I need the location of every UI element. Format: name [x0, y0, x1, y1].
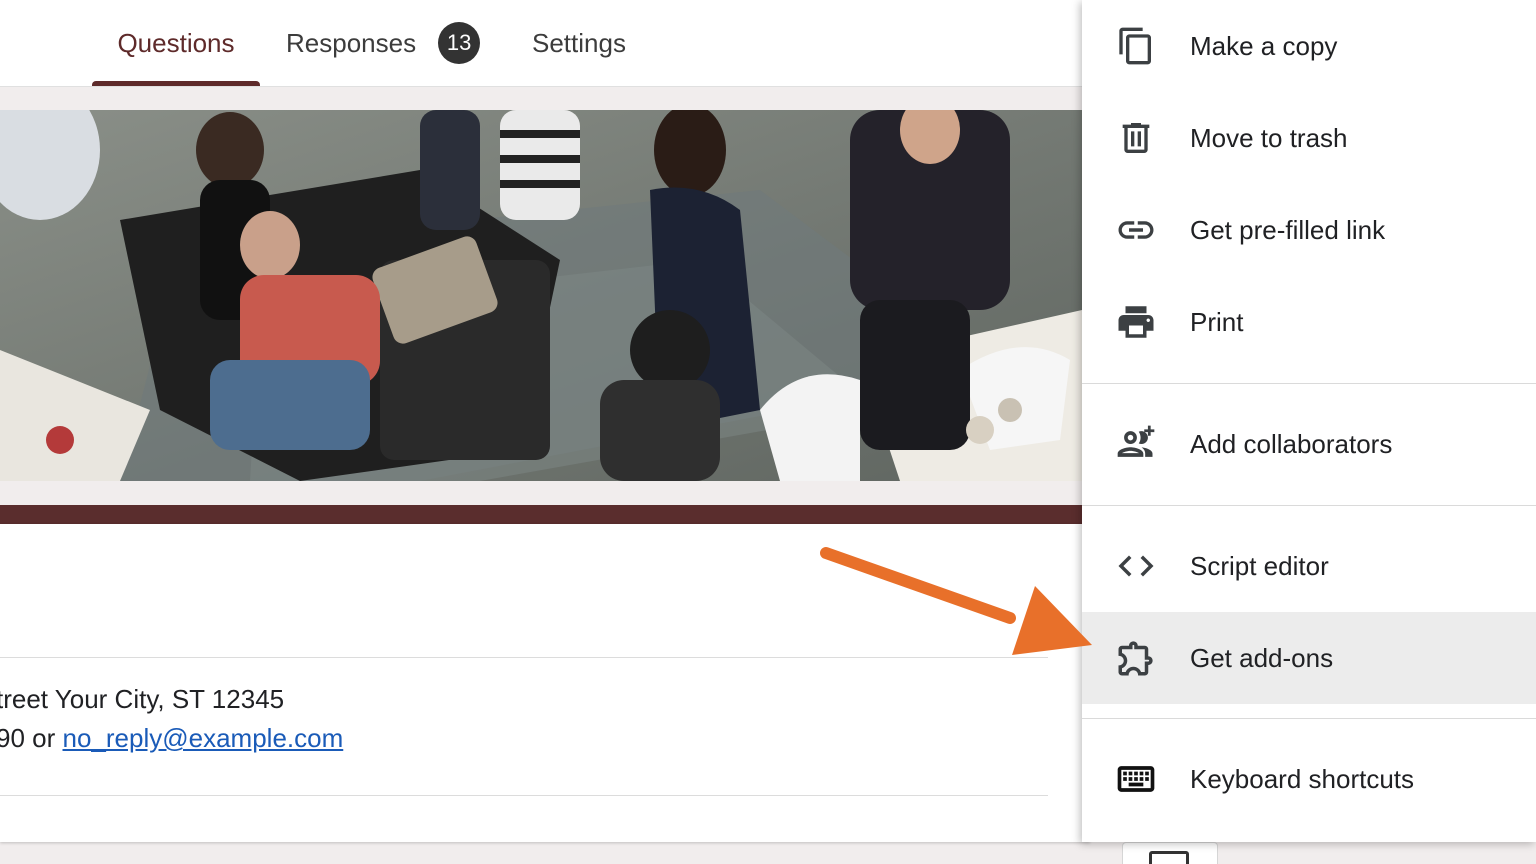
- google-forms-editor: Questions Responses 13 Settings treet Yo…: [0, 0, 1536, 864]
- address-text: treet Your City, ST 12345: [0, 684, 285, 714]
- menu-item-label: Move to trash: [1190, 122, 1348, 153]
- responses-count-badge: 13: [438, 22, 481, 64]
- menu-separator: [1082, 383, 1536, 384]
- add-people-icon: [1112, 420, 1160, 468]
- menu-item-add-collaborators[interactable]: Add collaborators: [1082, 398, 1536, 490]
- video-icon: [1149, 851, 1189, 864]
- divider: [0, 657, 1048, 658]
- form-description-card[interactable]: treet Your City, ST 12345 90 or no_reply…: [0, 524, 1090, 842]
- divider: [0, 795, 1048, 796]
- menu-item-make-a-copy[interactable]: Make a copy: [1082, 0, 1536, 92]
- menu-item-move-to-trash[interactable]: Move to trash: [1082, 92, 1536, 184]
- keyboard-icon: [1112, 755, 1160, 803]
- menu-item-label: Print: [1190, 306, 1244, 337]
- party-photo-illustration: [0, 110, 1082, 481]
- menu-item-keyboard-shortcuts[interactable]: Keyboard shortcuts: [1082, 733, 1536, 825]
- active-tab-indicator: [92, 81, 260, 86]
- form-header-image: [0, 110, 1082, 481]
- menu-item-get-add-ons[interactable]: Get add-ons: [1082, 612, 1536, 704]
- contact-prefix: 90 or: [0, 723, 63, 753]
- menu-separator: [1082, 505, 1536, 506]
- menu-item-label: Get add-ons: [1190, 642, 1334, 673]
- menu-item-get-pre-filled-link[interactable]: Get pre-filled link: [1082, 184, 1536, 276]
- preview-tab[interactable]: [1122, 842, 1218, 864]
- puzzle-icon: [1112, 634, 1160, 682]
- tab-settings[interactable]: Settings: [532, 0, 626, 86]
- tab-questions-label: Questions: [117, 27, 235, 58]
- menu-item-label: Keyboard shortcuts: [1190, 763, 1415, 794]
- menu-item-label: Add collaborators: [1190, 428, 1393, 459]
- theme-accent-band: [0, 505, 1082, 524]
- tab-responses-label: Responses: [286, 27, 417, 58]
- more-options-menu: Make a copy Move to trash Get pre-filled…: [1082, 0, 1536, 842]
- copy-icon: [1112, 22, 1160, 70]
- contact-text: 90 or no_reply@example.com: [0, 723, 343, 754]
- form-tab-bar: Questions Responses 13 Settings: [0, 0, 1082, 87]
- code-icon: [1112, 542, 1160, 590]
- tab-responses[interactable]: Responses 13: [286, 0, 481, 86]
- menu-item-script-editor[interactable]: Script editor: [1082, 520, 1536, 612]
- menu-separator: [1082, 718, 1536, 719]
- trash-icon: [1112, 114, 1160, 162]
- print-icon: [1112, 298, 1160, 346]
- tab-questions[interactable]: Questions: [92, 0, 260, 86]
- tab-settings-label: Settings: [532, 27, 626, 58]
- menu-item-label: Make a copy: [1190, 30, 1338, 61]
- menu-item-print[interactable]: Print: [1082, 276, 1536, 368]
- link-icon: [1112, 206, 1160, 254]
- contact-email-link[interactable]: no_reply@example.com: [63, 723, 344, 753]
- menu-item-label: Script editor: [1190, 550, 1329, 581]
- menu-item-label: Get pre-filled link: [1190, 214, 1386, 245]
